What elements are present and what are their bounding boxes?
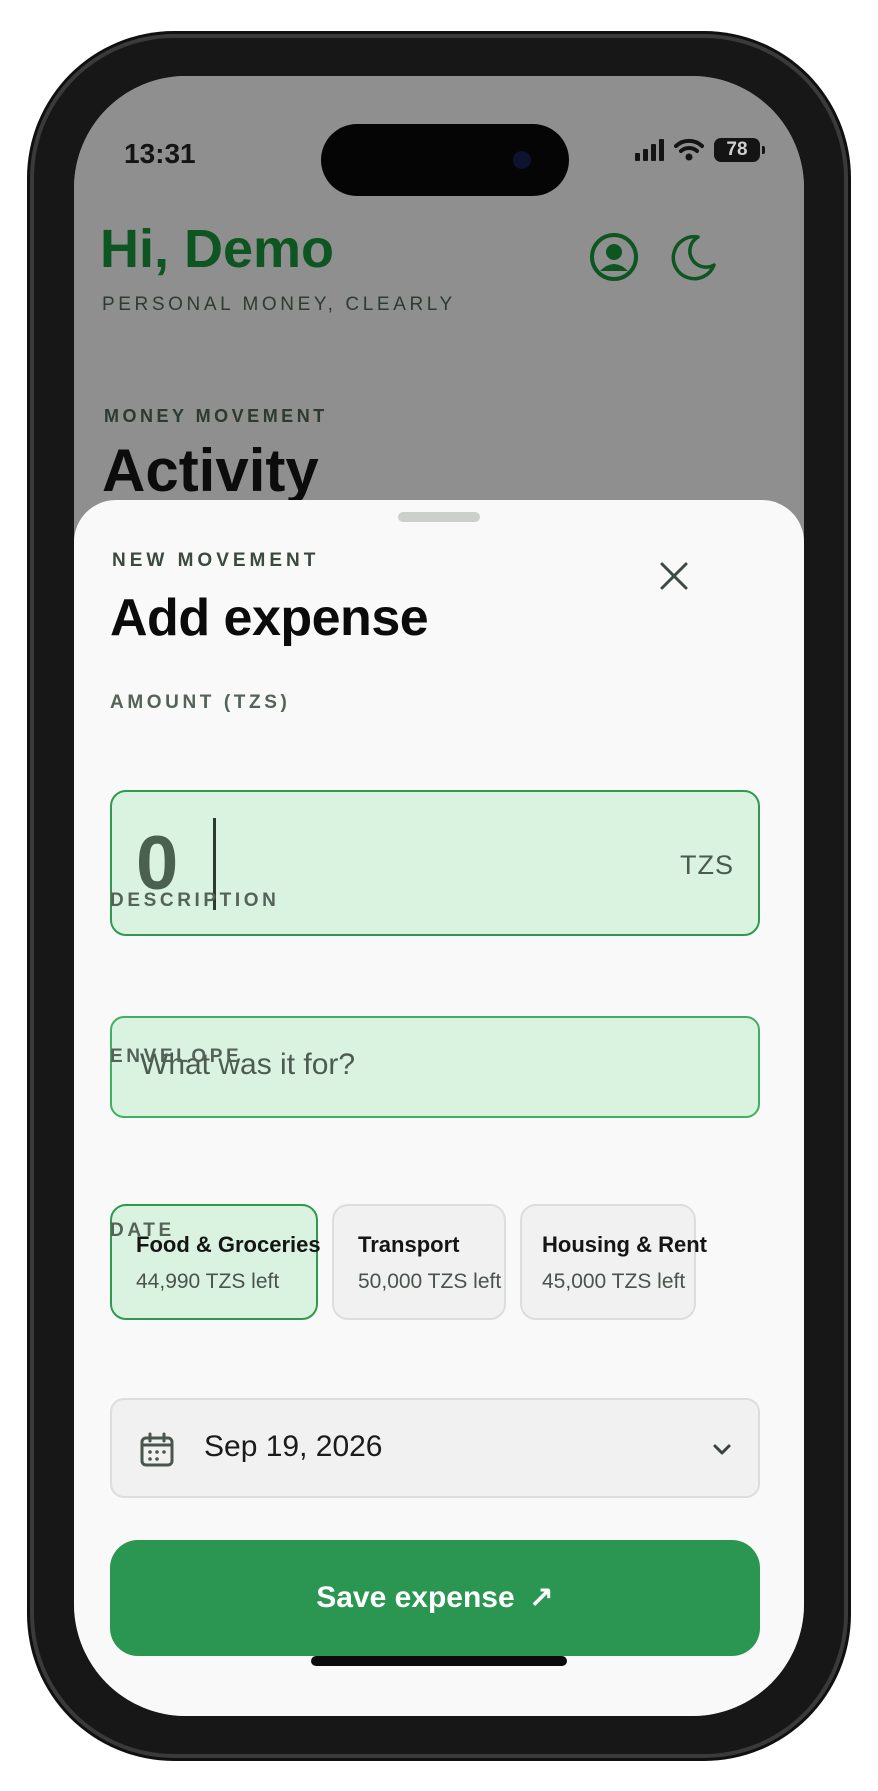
envelope-remaining: 44,990 TZS left xyxy=(136,1270,280,1293)
calendar-icon xyxy=(140,1432,174,1467)
envelope-option-transport[interactable]: Transport 50,000 TZS left xyxy=(332,1204,506,1320)
home-indicator[interactable] xyxy=(311,1656,567,1666)
amount-currency: TZS xyxy=(680,850,734,880)
dynamic-island xyxy=(321,124,569,196)
add-expense-sheet: NEW MOVEMENT Add expense AMOUNT (TZS) 0 … xyxy=(74,500,804,1716)
section-eyebrow: MONEY MOVEMENT xyxy=(104,406,328,426)
save-expense-button[interactable]: Save expense ↗ xyxy=(110,1540,760,1656)
close-icon[interactable] xyxy=(652,554,696,598)
status-indicators: 78 xyxy=(635,138,765,162)
status-time: 13:31 xyxy=(124,138,196,169)
envelope-remaining: 50,000 TZS left xyxy=(358,1270,502,1293)
date-label: DATE xyxy=(110,1220,175,1241)
envelope-option-housing-rent[interactable]: Housing & Rent 45,000 TZS left xyxy=(520,1204,707,1320)
moon-icon[interactable] xyxy=(668,231,720,283)
amount-input[interactable]: 0 TZS xyxy=(110,790,760,936)
wifi-icon xyxy=(674,138,704,161)
phone-frame: 13:31 78 Hi, Demo PERSONAL MONEY, CLEARL… xyxy=(34,38,844,1754)
date-picker[interactable]: Sep 19, 2026 xyxy=(110,1398,760,1498)
cellular-signal-icon xyxy=(635,139,664,161)
arrow-up-right-icon: ↗ xyxy=(528,1581,554,1615)
sheet-title: Add expense xyxy=(110,589,429,647)
date-value: Sep 19, 2026 xyxy=(204,1430,383,1463)
user-circle-icon[interactable] xyxy=(588,231,640,283)
envelope-name: Transport xyxy=(358,1232,460,1257)
greeting: Hi, Demo xyxy=(100,219,335,279)
save-button-label: Save expense xyxy=(316,1581,515,1614)
envelope-label: ENVELOPE xyxy=(110,1046,243,1067)
description-label: DESCRIPTION xyxy=(110,890,280,911)
battery-icon: 78 xyxy=(714,138,765,162)
power-button xyxy=(843,480,850,636)
envelope-remaining: 45,000 TZS left xyxy=(542,1270,686,1293)
envelope-name: Housing & Rent xyxy=(542,1232,707,1257)
battery-level: 78 xyxy=(726,139,748,160)
screen: 13:31 78 Hi, Demo PERSONAL MONEY, CLEARL… xyxy=(74,76,804,1716)
section-title: Activity xyxy=(102,437,319,504)
tagline: PERSONAL MONEY, CLEARLY xyxy=(102,294,456,315)
chevron-down-icon xyxy=(713,1444,731,1455)
camera-icon xyxy=(513,151,531,169)
sheet-handle[interactable] xyxy=(398,512,480,522)
sheet-eyebrow: NEW MOVEMENT xyxy=(112,550,320,571)
amount-label: AMOUNT (TZS) xyxy=(110,692,291,713)
